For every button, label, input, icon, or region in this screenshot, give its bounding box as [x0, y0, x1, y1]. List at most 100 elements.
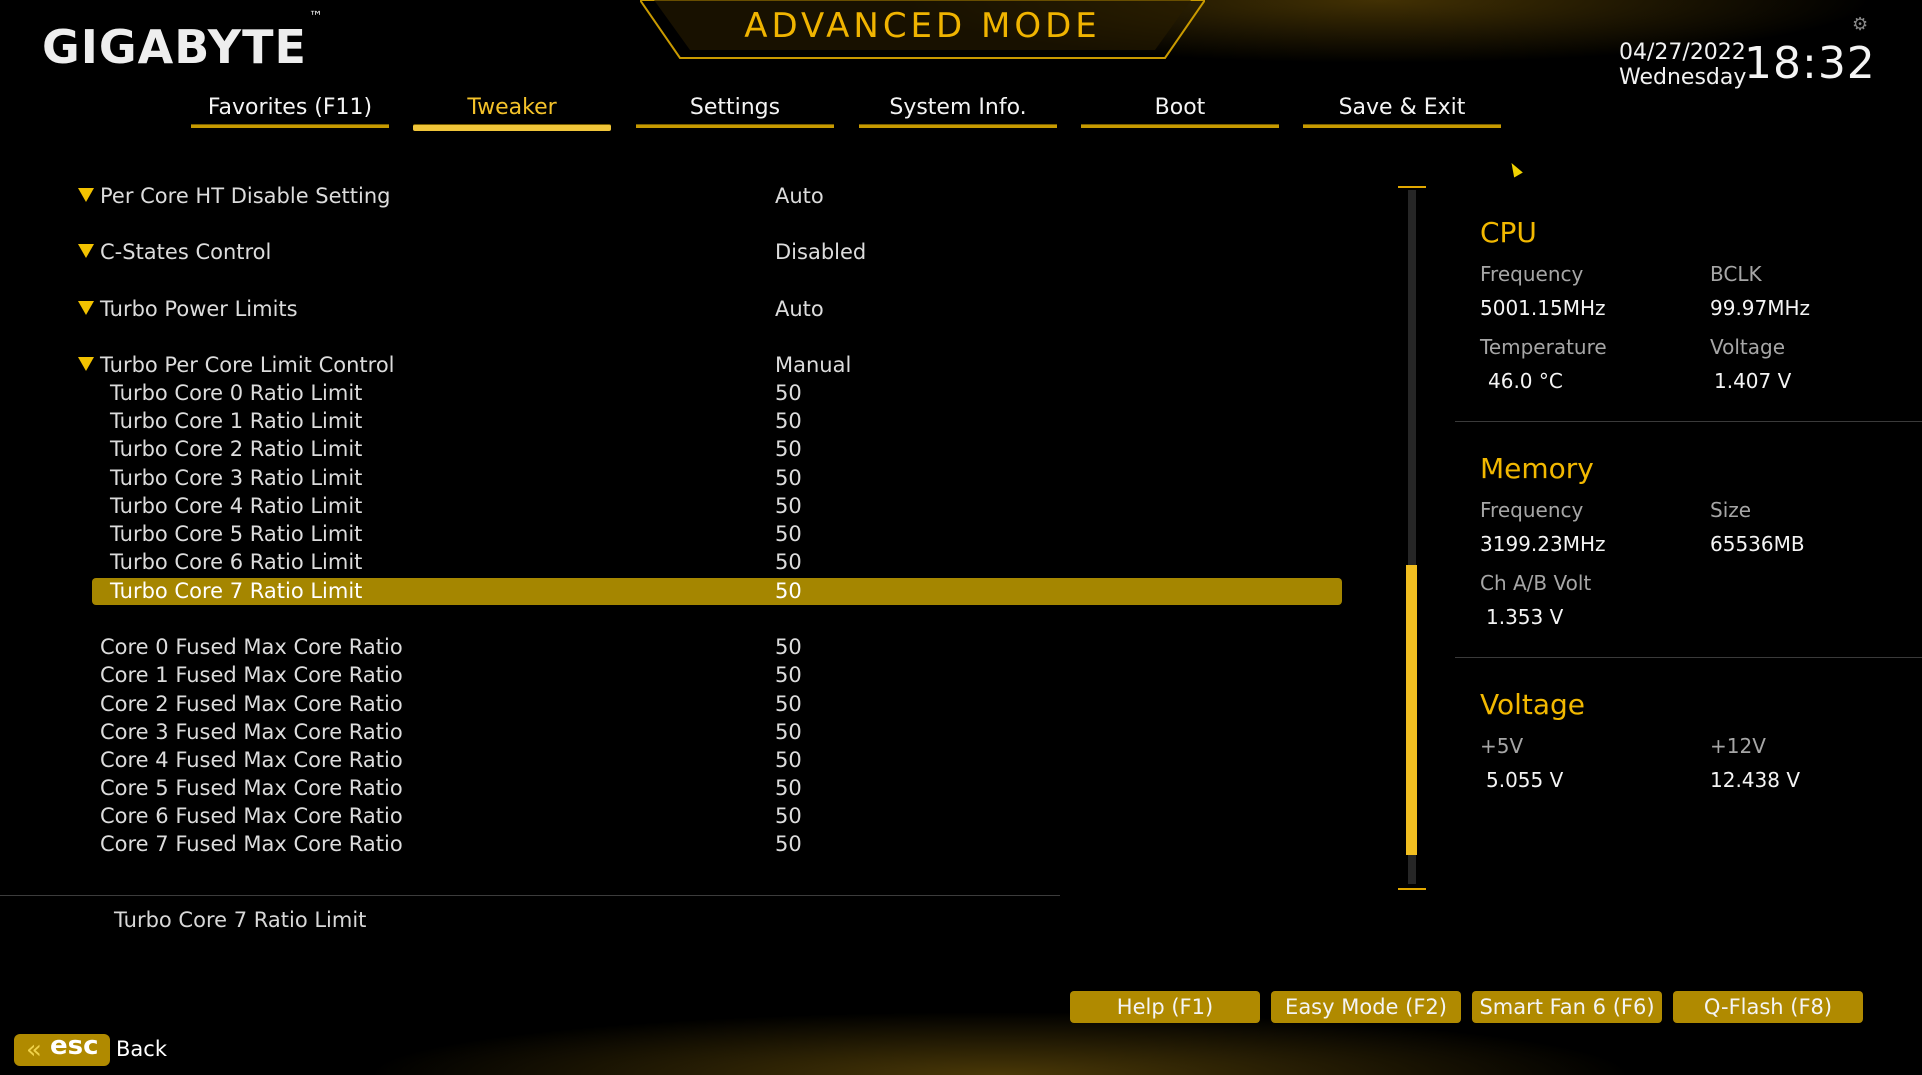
cpu-bclk-label: BCLK — [1710, 262, 1762, 286]
setting-value: 50 — [775, 804, 802, 828]
help-button[interactable]: Help (F1) — [1070, 991, 1260, 1023]
tab-label: Settings — [689, 95, 781, 120]
tab-tweaker[interactable]: Tweaker — [412, 92, 612, 131]
tab-settings[interactable]: Settings — [635, 92, 835, 128]
setting-name: Core 1 Fused Max Core Ratio — [100, 663, 403, 687]
setting-row-core-0-fused[interactable]: Core 0 Fused Max Core Ratio 50 — [0, 633, 1300, 661]
tab-save-exit[interactable]: Save & Exit — [1302, 92, 1502, 128]
tab-underline — [191, 124, 389, 128]
scrollbar-thumb[interactable] — [1406, 565, 1417, 855]
tab-boot[interactable]: Boot — [1080, 92, 1280, 128]
setting-row-turbo-per-core-limit[interactable]: Turbo Per Core Limit Control Manual — [0, 351, 1300, 379]
setting-row-turbo-core-4[interactable]: Turbo Core 4 Ratio Limit 50 — [0, 492, 1300, 520]
setting-row-core-7-fused[interactable]: Core 7 Fused Max Core Ratio 50 — [0, 830, 1300, 858]
voltage-heading: Voltage — [1480, 688, 1586, 721]
tab-label: Tweaker — [467, 95, 557, 120]
setting-name: Per Core HT Disable Setting — [100, 184, 391, 208]
setting-value: 50 — [775, 635, 802, 659]
setting-value: 50 — [775, 692, 802, 716]
tab-label: Favorites (F11) — [207, 95, 373, 120]
setting-value: Manual — [775, 353, 852, 377]
setting-row-c-states[interactable]: C-States Control Disabled — [0, 238, 1300, 266]
setting-name: Turbo Per Core Limit Control — [100, 353, 395, 377]
setting-value: 50 — [775, 579, 802, 603]
q-flash-button[interactable]: Q-Flash (F8) — [1673, 991, 1863, 1023]
setting-row-core-5-fused[interactable]: Core 5 Fused Max Core Ratio 50 — [0, 774, 1300, 802]
gigabyte-logo: GIGABYTE™ — [42, 8, 324, 74]
expand-triangle-icon — [78, 244, 94, 258]
setting-value: 50 — [775, 494, 802, 518]
setting-row-turbo-core-6[interactable]: Turbo Core 6 Ratio Limit 50 — [0, 548, 1300, 576]
cpu-temperature-label: Temperature — [1480, 335, 1607, 359]
gear-icon[interactable]: ⚙ — [1852, 14, 1868, 35]
setting-value: Auto — [775, 297, 824, 321]
expand-triangle-icon — [78, 301, 94, 315]
mode-title: ADVANCED MODE — [744, 6, 1101, 46]
setting-value: 50 — [775, 663, 802, 687]
tab-system-info[interactable]: System Info. — [858, 92, 1058, 128]
cpu-frequency-label: Frequency — [1480, 262, 1584, 286]
help-divider — [0, 895, 1060, 896]
setting-row-turbo-power-limits[interactable]: Turbo Power Limits Auto — [0, 295, 1300, 323]
mouse-cursor-icon — [1507, 160, 1523, 178]
smart-fan-button[interactable]: Smart Fan 6 (F6) — [1472, 991, 1662, 1023]
memory-frequency-value: 3199.23MHz — [1480, 532, 1606, 556]
setting-name: Turbo Core 2 Ratio Limit — [110, 437, 363, 461]
setting-name: Core 0 Fused Max Core Ratio — [100, 635, 403, 659]
setting-row-core-4-fused[interactable]: Core 4 Fused Max Core Ratio 50 — [0, 746, 1300, 774]
setting-name: Turbo Core 1 Ratio Limit — [110, 409, 363, 433]
tab-label: System Info. — [889, 95, 1027, 120]
setting-row-turbo-core-1[interactable]: Turbo Core 1 Ratio Limit 50 — [0, 407, 1300, 435]
setting-row-turbo-core-2[interactable]: Turbo Core 2 Ratio Limit 50 — [0, 435, 1300, 463]
memory-ch-volt-value: 1.353 V — [1486, 605, 1564, 629]
expand-triangle-icon — [78, 357, 94, 371]
setting-name: Turbo Core 3 Ratio Limit — [110, 466, 363, 490]
setting-value: Auto — [775, 184, 824, 208]
setting-value: 50 — [775, 522, 802, 546]
setting-name: Core 4 Fused Max Core Ratio — [100, 748, 403, 772]
setting-name: Turbo Core 7 Ratio Limit — [110, 579, 363, 603]
setting-name: Turbo Core 4 Ratio Limit — [110, 494, 363, 518]
setting-row-core-3-fused[interactable]: Core 3 Fused Max Core Ratio 50 — [0, 718, 1300, 746]
memory-frequency-label: Frequency — [1480, 498, 1584, 522]
tab-underline — [1303, 124, 1501, 128]
setting-row-core-1-fused[interactable]: Core 1 Fused Max Core Ratio 50 — [0, 661, 1300, 689]
setting-value: 50 — [775, 776, 802, 800]
panel-divider — [1455, 421, 1922, 422]
help-description: Turbo Core 7 Ratio Limit — [114, 908, 367, 932]
setting-name: Core 3 Fused Max Core Ratio — [100, 720, 403, 744]
setting-row-core-2-fused[interactable]: Core 2 Fused Max Core Ratio 50 — [0, 690, 1300, 718]
setting-name: Turbo Core 6 Ratio Limit — [110, 550, 363, 574]
setting-row-turbo-core-7[interactable]: Turbo Core 7 Ratio Limit 50 — [0, 577, 1300, 605]
setting-name: Turbo Core 0 Ratio Limit — [110, 381, 363, 405]
bios-screen: GIGABYTE™ ADVANCED MODE 04/27/2022 Wedne… — [0, 0, 1922, 1075]
tab-underline — [413, 124, 611, 131]
setting-row-turbo-core-3[interactable]: Turbo Core 3 Ratio Limit 50 — [0, 464, 1300, 492]
setting-value: 50 — [775, 409, 802, 433]
memory-ch-volt-label: Ch A/B Volt — [1480, 571, 1592, 595]
voltage-12v-label: +12V — [1710, 734, 1766, 758]
memory-heading: Memory — [1480, 452, 1594, 485]
tab-underline — [859, 124, 1057, 128]
setting-name: Core 2 Fused Max Core Ratio — [100, 692, 403, 716]
setting-row-core-6-fused[interactable]: Core 6 Fused Max Core Ratio 50 — [0, 802, 1300, 830]
date-text: 04/27/2022 — [1619, 40, 1746, 65]
setting-value: 50 — [775, 550, 802, 574]
date-display: 04/27/2022 Wednesday — [1619, 40, 1746, 90]
setting-name: Core 7 Fused Max Core Ratio — [100, 832, 403, 856]
setting-name: Core 6 Fused Max Core Ratio — [100, 804, 403, 828]
setting-name: C-States Control — [100, 240, 272, 264]
easy-mode-button[interactable]: Easy Mode (F2) — [1271, 991, 1461, 1023]
setting-value: 50 — [775, 437, 802, 461]
tab-underline — [636, 124, 834, 128]
setting-row-turbo-core-5[interactable]: Turbo Core 5 Ratio Limit 50 — [0, 520, 1300, 548]
voltage-12v-value: 12.438 V — [1710, 768, 1801, 792]
setting-row-turbo-core-0[interactable]: Turbo Core 0 Ratio Limit 50 — [0, 379, 1300, 407]
double-chevron-left-icon: « — [26, 1035, 42, 1065]
panel-divider — [1455, 657, 1922, 658]
memory-size-value: 65536MB — [1710, 532, 1805, 556]
back-label: Back — [116, 1037, 167, 1061]
setting-row-per-core-ht[interactable]: Per Core HT Disable Setting Auto — [0, 182, 1300, 210]
tab-favorites[interactable]: Favorites (F11) — [190, 92, 390, 128]
setting-name: Core 5 Fused Max Core Ratio — [100, 776, 403, 800]
